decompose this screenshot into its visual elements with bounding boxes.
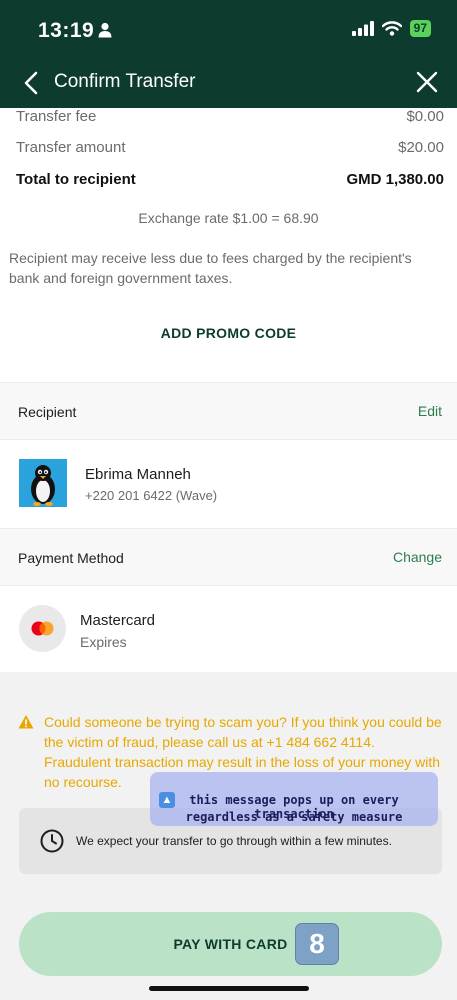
recipient-phone: +220 201 6422 (Wave) [85, 488, 218, 503]
pay-with-card-button[interactable]: PAY WITH CARD 8 [19, 912, 442, 976]
mastercard-logo-icon [31, 621, 54, 636]
home-indicator[interactable] [149, 986, 309, 991]
fee-disclaimer: Recipient may receive less due to fees c… [9, 250, 412, 286]
payment-method-heading: Payment Method [18, 550, 124, 566]
change-payment-button[interactable]: Change [393, 549, 442, 565]
recipient-card[interactable]: Ebrima Manneh +220 201 6422 (Wave) [0, 441, 457, 527]
signal-icon [351, 21, 374, 36]
transfer-amount-row: Transfer amount $20.00 [16, 139, 444, 156]
payment-section-header: Payment Method Change [0, 528, 457, 586]
add-promo-code-button[interactable]: ADD PROMO CODE [0, 325, 457, 341]
transfer-amount-value: $20.00 [398, 139, 444, 156]
back-arrow-icon[interactable] [20, 70, 44, 96]
number-badge: 8 [295, 923, 339, 965]
wifi-icon [381, 21, 402, 36]
penguin-avatar-icon [19, 459, 67, 507]
total-value: GMD 1,380.00 [346, 171, 444, 188]
recipient-section-header: Recipient Edit [0, 382, 457, 440]
annotation-note: ▲ this message pops up on every transact… [150, 772, 438, 826]
status-bar: 13:19 97 [0, 0, 457, 58]
pay-with-card-label: PAY WITH CARD [173, 936, 288, 952]
expected-time-text: We expect your transfer to go through wi… [76, 834, 392, 848]
person-icon [98, 22, 112, 38]
transfer-summary: Transfer fee $0.00 Transfer amount $20.0… [0, 108, 457, 380]
nav-bar: Confirm Transfer [0, 58, 457, 108]
payment-method-card[interactable]: Mastercard Expires [0, 586, 457, 672]
status-icons: 97 [351, 20, 431, 37]
transfer-fee-value: $0.00 [406, 108, 444, 125]
mastercard-icon [19, 605, 66, 652]
total-label: Total to recipient [16, 171, 136, 188]
card-name: Mastercard [80, 612, 156, 629]
clock-icon [40, 829, 64, 853]
exchange-rate: Exchange rate $1.00 = 68.90 [138, 210, 319, 226]
total-row: Total to recipient GMD 1,380.00 [16, 171, 444, 188]
status-time: 13:19 [38, 19, 95, 42]
transfer-fee-row: Transfer fee $0.00 [16, 108, 444, 125]
battery-indicator: 97 [409, 20, 431, 37]
page-title: Confirm Transfer [54, 71, 196, 92]
avatar [19, 459, 67, 507]
transfer-amount-label: Transfer amount [16, 139, 126, 156]
annotation-line-2: regardless as a safety measure [185, 810, 403, 824]
close-icon[interactable] [415, 70, 439, 94]
transfer-fee-label: Transfer fee [16, 108, 97, 125]
card-expiry: Expires [80, 634, 127, 650]
recipient-name: Ebrima Manneh [85, 466, 191, 483]
recipient-heading: Recipient [18, 404, 77, 420]
edit-recipient-button[interactable]: Edit [418, 403, 442, 419]
